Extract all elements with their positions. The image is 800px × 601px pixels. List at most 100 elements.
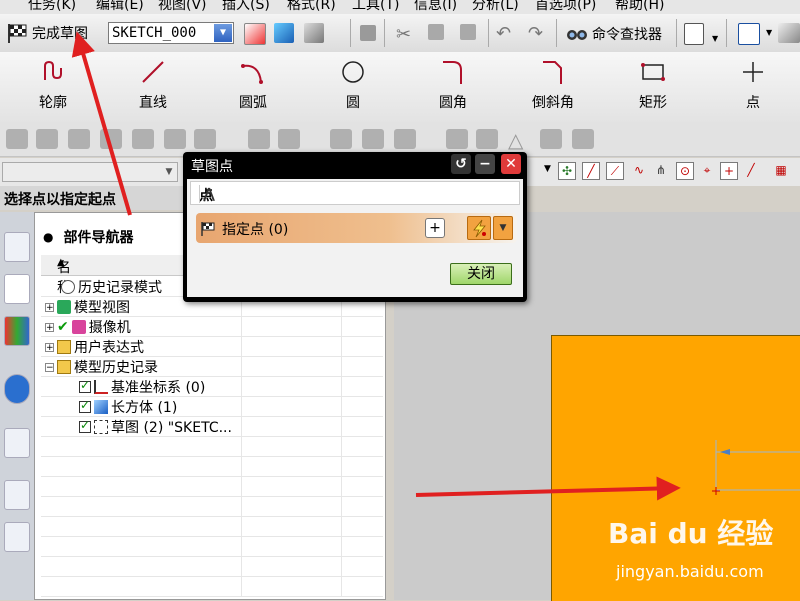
history-icon[interactable] xyxy=(4,428,30,458)
stack-icon[interactable] xyxy=(572,129,594,149)
constraint-icon[interactable] xyxy=(248,129,270,149)
point-dialog-button[interactable]: + xyxy=(425,218,445,238)
tree-row xyxy=(41,576,383,597)
pin-icon[interactable]: ● xyxy=(43,230,53,244)
chevron-down-icon[interactable]: ▼ xyxy=(161,163,177,181)
chamfer-tool-button[interactable]: 倒斜角 xyxy=(518,58,588,112)
minimize-icon[interactable]: − xyxy=(475,154,495,174)
reuse-library-icon[interactable] xyxy=(4,316,30,346)
reset-icon[interactable]: ↺ xyxy=(451,154,471,174)
menu-help[interactable]: 帮助(H) xyxy=(615,0,664,14)
circle-tool-button[interactable]: 圆 xyxy=(318,58,388,112)
info-icon[interactable] xyxy=(4,374,30,404)
paste-icon[interactable] xyxy=(460,24,476,40)
menu-edit[interactable]: 编辑(E) xyxy=(96,0,144,14)
tree-row[interactable]: 基准坐标系 (0) xyxy=(41,376,383,397)
checkered-flag-icon xyxy=(201,222,215,236)
dimension-icon[interactable] xyxy=(68,129,90,149)
rectangle-tool-button[interactable]: 矩形 xyxy=(618,58,688,112)
menu-view[interactable]: 视图(V) xyxy=(158,0,207,14)
roles-icon[interactable] xyxy=(4,522,30,552)
dimension-icon[interactable] xyxy=(132,129,154,149)
tree-row[interactable]: + 用户表达式 xyxy=(41,336,383,357)
triangle-icon[interactable]: △ xyxy=(508,128,523,152)
render-style-icon[interactable] xyxy=(778,23,800,43)
fit-window-icon[interactable] xyxy=(738,23,760,45)
sketch-name-select[interactable]: SKETCH_000 ▼ xyxy=(108,22,234,44)
chevron-down-icon[interactable]: ▼ xyxy=(493,216,513,240)
point-tool-button[interactable]: 点 xyxy=(718,58,788,112)
expand-icon[interactable]: + xyxy=(45,322,54,332)
update-model-icon[interactable] xyxy=(304,23,324,43)
menu-preferences[interactable]: 首选项(P) xyxy=(535,0,596,14)
command-finder-button[interactable]: 命令查找器 xyxy=(566,24,662,44)
menu-insert[interactable]: 插入(S) xyxy=(222,0,270,14)
hammer-icon[interactable] xyxy=(362,129,384,149)
layer-icon[interactable] xyxy=(446,129,468,149)
fillet-tool-button[interactable]: 圆角 xyxy=(418,58,488,112)
line-tool-button[interactable]: 直线 xyxy=(118,58,188,112)
visibility-checkbox[interactable] xyxy=(79,418,91,433)
menu-analysis[interactable]: 分析(L) xyxy=(472,0,519,14)
chevron-down-icon[interactable]: ▼ xyxy=(712,34,718,43)
save-icon[interactable] xyxy=(360,25,376,41)
tree-row[interactable]: 草图 (2) "SKETC... xyxy=(41,416,383,437)
copy-icon[interactable] xyxy=(428,24,444,40)
close-button[interactable]: 关闭 xyxy=(450,263,512,285)
dimension-icon[interactable] xyxy=(164,129,186,149)
intersection-icon[interactable]: ⋔ xyxy=(652,162,670,180)
menu-format[interactable]: 格式(R) xyxy=(287,0,336,14)
snap-all-icon[interactable]: ✣ xyxy=(558,162,576,180)
control-point-icon[interactable]: ∿ xyxy=(630,162,648,180)
end-point-icon[interactable]: ╱ xyxy=(582,162,600,180)
chevron-down-icon[interactable]: ▼ xyxy=(766,28,772,37)
existing-point-icon[interactable]: + xyxy=(720,162,738,180)
expand-icon[interactable]: + xyxy=(45,302,54,312)
redo-icon[interactable]: ↷ xyxy=(528,23,543,44)
constraint-icon[interactable] xyxy=(6,129,28,149)
layer-icon[interactable] xyxy=(476,129,498,149)
orient-view-icon[interactable] xyxy=(274,23,294,43)
visibility-checkbox[interactable] xyxy=(79,398,91,413)
text-icon[interactable] xyxy=(278,129,300,149)
clock-icon[interactable] xyxy=(4,480,30,510)
constraint-icon[interactable] xyxy=(194,129,216,149)
profile-tool-button[interactable]: 轮廓 xyxy=(18,58,88,112)
menu-task[interactable]: 任务(K) xyxy=(28,0,76,14)
part-navigator-icon[interactable] xyxy=(4,274,30,304)
quadrant-icon[interactable]: ⌖ xyxy=(698,162,716,180)
point-on-curve-icon[interactable]: ╱ xyxy=(742,162,760,180)
chevron-down-icon[interactable]: ▼ xyxy=(214,24,232,42)
tree-row[interactable]: + ✔ 摄像机 xyxy=(41,316,383,337)
finish-sketch-button[interactable]: 完成草图 xyxy=(6,18,88,48)
tree-row[interactable]: − 模型历史记录 xyxy=(41,356,383,377)
chevron-down-icon[interactable]: ▼ xyxy=(544,164,551,174)
cut-icon[interactable]: ✂ xyxy=(396,24,411,45)
layer-icon[interactable] xyxy=(540,129,562,149)
folder-icon xyxy=(57,340,71,354)
dimension-icon[interactable] xyxy=(100,129,122,149)
grid-icon[interactable]: ▦ xyxy=(772,162,790,180)
info-icon[interactable] xyxy=(684,23,704,45)
menu-info[interactable]: 信息(I) xyxy=(414,0,457,14)
specify-point-row[interactable]: 指定点 (0) + ▼ xyxy=(196,213,517,243)
arc-center-icon[interactable]: ⊙ xyxy=(676,162,694,180)
chevron-up-icon[interactable]: ⋀ xyxy=(199,185,218,203)
constraint-icon[interactable] xyxy=(36,129,58,149)
close-icon[interactable]: ✕ xyxy=(501,154,521,174)
assembly-navigator-icon[interactable] xyxy=(4,232,30,262)
collapse-icon[interactable]: − xyxy=(45,362,54,372)
menu-tools[interactable]: 工具(T) xyxy=(352,0,399,14)
expand-icon[interactable]: + xyxy=(45,342,54,352)
tree-row[interactable]: 长方体 (1) xyxy=(41,396,383,417)
undo-icon[interactable]: ↶ xyxy=(496,23,511,44)
point-group-header[interactable]: 点 ⋀ xyxy=(190,181,520,205)
visibility-checkbox[interactable] xyxy=(79,378,91,393)
inferred-point-icon[interactable] xyxy=(467,216,491,240)
mid-point-icon[interactable]: ⟋ xyxy=(606,162,624,180)
reattach-sketch-icon[interactable] xyxy=(244,23,266,45)
arc-tool-button[interactable]: 圆弧 xyxy=(218,58,288,112)
part-icon[interactable] xyxy=(394,129,416,149)
type-filter-select[interactable]: ▼ xyxy=(2,162,178,182)
extrude-icon[interactable] xyxy=(330,129,352,149)
